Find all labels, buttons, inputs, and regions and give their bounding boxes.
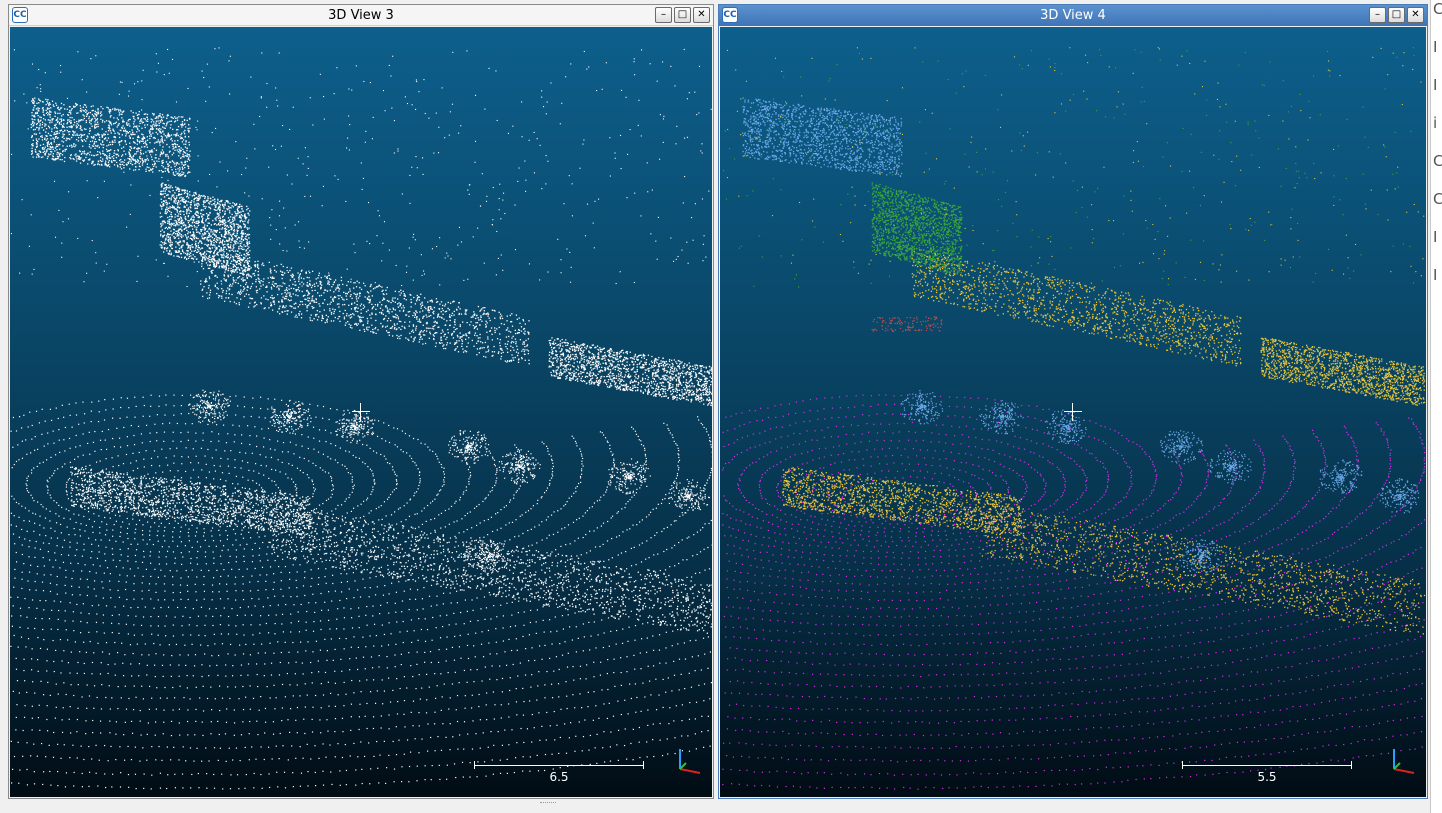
cloudcompare-main-area: CC 3D View 3 – □ ✕ 6.5 CC 3D View 4 – □ … <box>0 0 1442 813</box>
scale-bar: 6.5 <box>474 761 644 784</box>
3d-view-4-window[interactable]: CC 3D View 4 – □ ✕ 5.5 <box>718 4 1428 799</box>
splitter-handle[interactable] <box>540 802 556 807</box>
window-controls: – □ ✕ <box>655 7 710 23</box>
close-button[interactable]: ✕ <box>1407 7 1424 23</box>
crosshair-cursor-icon <box>352 403 370 421</box>
maximize-button[interactable]: □ <box>674 7 691 23</box>
minimize-button[interactable]: – <box>655 7 672 23</box>
3d-viewport[interactable]: 6.5 <box>10 27 712 797</box>
properties-panel-edge: CIIiCCII <box>1430 0 1442 813</box>
crosshair-cursor-icon <box>1064 403 1082 421</box>
scale-bar-label: 6.5 <box>474 770 644 784</box>
window-title: 3D View 4 <box>1040 8 1106 23</box>
scale-bar: 5.5 <box>1182 761 1352 784</box>
close-button[interactable]: ✕ <box>693 7 710 23</box>
window-controls: – □ ✕ <box>1369 7 1424 23</box>
3d-viewport[interactable]: 5.5 <box>720 27 1426 797</box>
3d-view-3-window[interactable]: CC 3D View 3 – □ ✕ 6.5 <box>8 4 714 799</box>
window-title: 3D View 3 <box>328 8 394 23</box>
title-bar[interactable]: CC 3D View 4 – □ ✕ <box>719 5 1427 26</box>
cloudcompare-logo-icon: CC <box>12 7 28 23</box>
axis-triad-icon <box>679 749 701 774</box>
cloudcompare-logo-icon: CC <box>722 7 738 23</box>
axis-triad-icon <box>1393 749 1415 774</box>
maximize-button[interactable]: □ <box>1388 7 1405 23</box>
minimize-button[interactable]: – <box>1369 7 1386 23</box>
title-bar[interactable]: CC 3D View 3 – □ ✕ <box>9 5 713 26</box>
scale-bar-label: 5.5 <box>1182 770 1352 784</box>
